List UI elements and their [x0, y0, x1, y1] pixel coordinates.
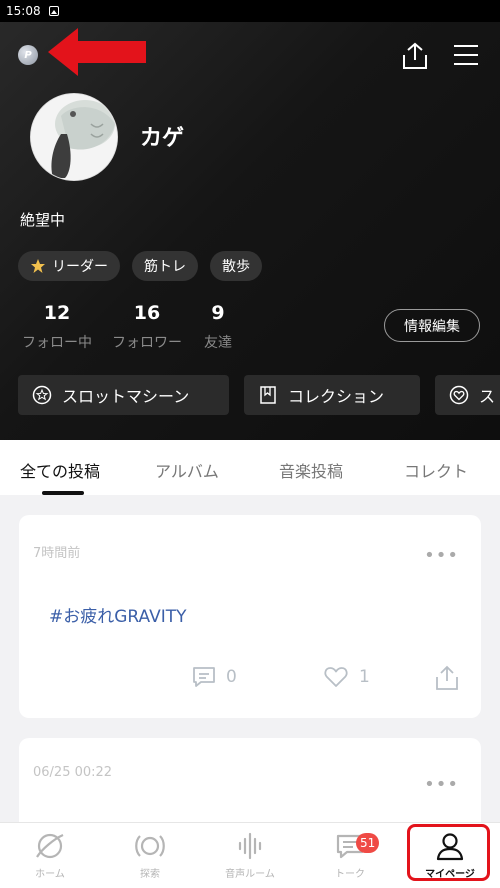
third-action-button[interactable]: ス [435, 375, 500, 415]
tab-all-posts[interactable]: 全ての投稿 [20, 458, 100, 482]
tag-label: リーダー [52, 259, 108, 275]
stats-row: 12 フォロー中 16 フォロワー 9 友達 [20, 302, 236, 352]
nav-label: トーク [335, 869, 365, 880]
post-card[interactable]: 7時間前 ••• #お疲れGRAVITY 0 1 [19, 515, 481, 718]
bio-text: 絶望中 [20, 211, 66, 229]
stat-following[interactable]: 12 フォロー中 [20, 302, 94, 352]
tag-list: リーダー 筋トレ 散歩 [18, 251, 262, 281]
tag-label: 散歩 [222, 259, 250, 275]
profile-header: 15:08 P カゲ 絶望中 リーダー 筋トレ 散歩 12 フォロー中 16 フ… [0, 0, 500, 440]
action-label: スロットマシーン [62, 387, 190, 406]
stat-label: フォロワー [112, 335, 182, 351]
nav-voice-room[interactable]: 音声ルーム [210, 831, 290, 880]
stat-value: 9 [211, 302, 225, 324]
planet-icon [36, 833, 64, 859]
stat-followers[interactable]: 16 フォロワー [94, 302, 200, 352]
avatar-illustration [31, 94, 117, 180]
avatar[interactable] [30, 93, 118, 181]
tag-label: 筋トレ [144, 259, 186, 275]
heart-circle-icon [449, 385, 469, 405]
stat-label: フォロー中 [22, 335, 92, 351]
heart-icon [324, 667, 348, 687]
post-share-button[interactable] [435, 665, 459, 691]
book-icon [260, 386, 276, 404]
points-icon[interactable]: P [18, 45, 38, 65]
red-arrow-annotation [48, 28, 146, 76]
slot-machine-button[interactable]: スロットマシーン [18, 375, 229, 415]
profile-page: 15:08 P カゲ 絶望中 リーダー 筋トレ 散歩 12 フォロー中 16 フ… [0, 0, 500, 888]
stat-friends[interactable]: 9 友達 [200, 302, 236, 352]
post-time: 06/25 00:22 [33, 765, 113, 780]
tag-leader[interactable]: リーダー [18, 251, 120, 281]
comment-button[interactable]: 0 [192, 665, 237, 689]
tab-collect[interactable]: コレクト [404, 458, 468, 482]
action-buttons: スロットマシーン コレクション ス [18, 375, 500, 415]
nav-talk[interactable]: トーク 51 [310, 831, 390, 880]
status-bar: 15:08 [0, 0, 500, 22]
post-tabs: 全ての投稿 アルバム 音楽投稿 コレクト [0, 440, 500, 495]
stat-value: 16 [133, 302, 161, 324]
tag-walk[interactable]: 散歩 [210, 251, 262, 281]
image-notification-icon [48, 6, 59, 16]
action-label: コレクション [288, 387, 385, 406]
share-icon [436, 665, 458, 690]
post-time: 7時間前 [33, 546, 81, 561]
nav-label: 音声ルーム [225, 869, 275, 880]
soundwave-icon [238, 832, 262, 860]
nav-label: ホーム [35, 869, 65, 880]
red-highlight-annotation [407, 824, 490, 881]
tab-music-posts[interactable]: 音楽投稿 [279, 458, 343, 482]
collection-button[interactable]: コレクション [244, 375, 420, 415]
more-options-icon[interactable]: ••• [424, 545, 459, 566]
more-options-icon[interactable]: ••• [424, 774, 459, 795]
like-button[interactable]: 1 [323, 665, 370, 689]
comment-icon [193, 667, 215, 687]
nav-home[interactable]: ホーム [10, 831, 90, 880]
like-count: 1 [359, 667, 370, 687]
comment-count: 0 [226, 667, 237, 687]
stat-value: 12 [43, 302, 71, 324]
tab-album[interactable]: アルバム [155, 458, 219, 482]
post-actions: 0 1 [19, 665, 481, 693]
nav-explore[interactable]: 探索 [110, 831, 190, 880]
action-label: ス [479, 387, 496, 406]
share-icon[interactable] [402, 42, 428, 70]
active-tab-indicator [42, 491, 84, 495]
tag-workout[interactable]: 筋トレ [132, 251, 198, 281]
explore-icon [135, 835, 165, 857]
status-time: 15:08 [6, 4, 41, 18]
menu-icon[interactable] [454, 44, 478, 66]
stat-label: 友達 [204, 335, 232, 351]
star-circle-icon [32, 385, 52, 405]
post-hashtag[interactable]: #お疲れGRAVITY [49, 602, 187, 627]
unread-badge: 51 [356, 833, 380, 853]
username: カゲ [140, 126, 185, 151]
nav-label: 探索 [140, 869, 160, 880]
edit-profile-button[interactable]: 情報編集 [384, 309, 480, 342]
star-icon [31, 259, 45, 273]
